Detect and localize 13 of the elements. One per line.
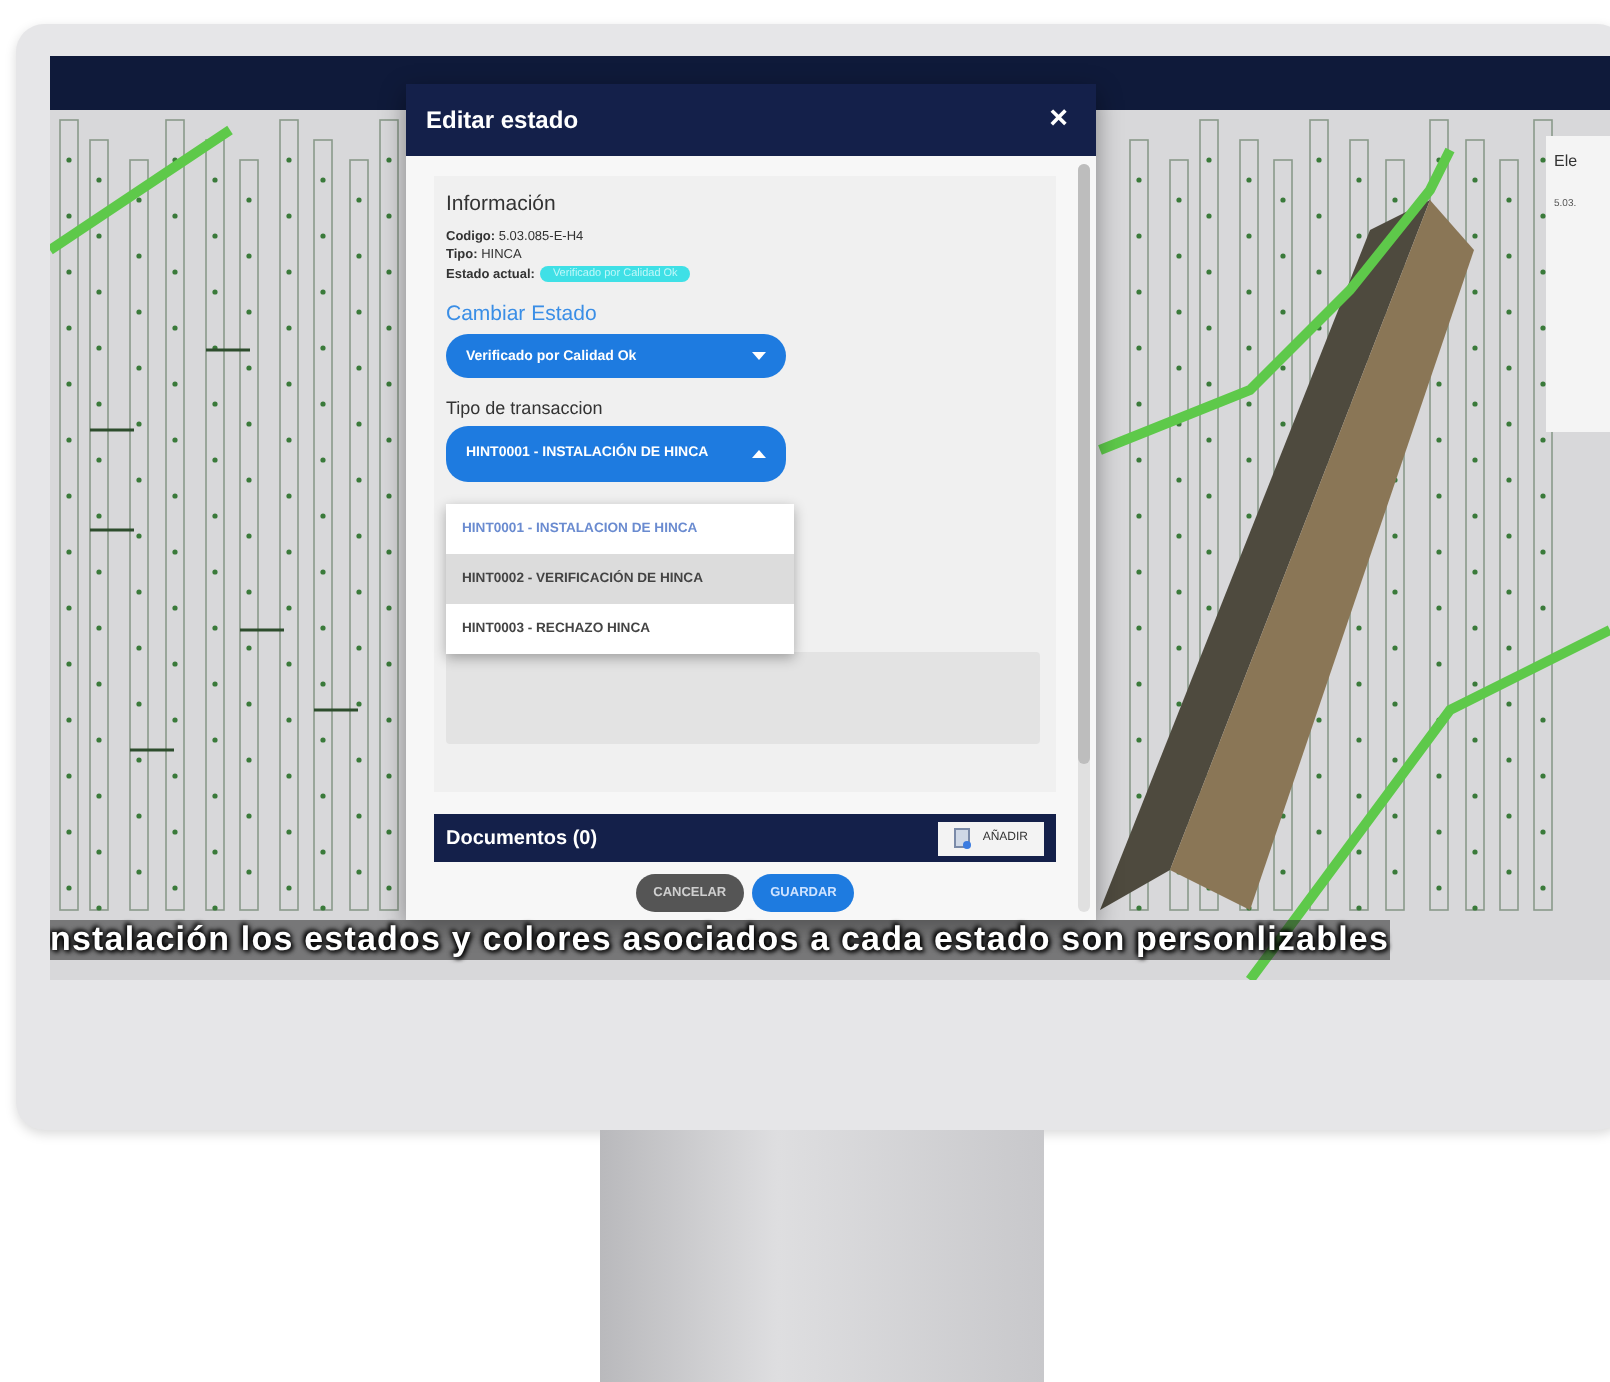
close-button[interactable]: ×: [1049, 102, 1068, 138]
caret-icon: [752, 450, 766, 458]
documents-title: Documentos (0): [446, 827, 598, 849]
change-state-heading: Cambiar Estado: [446, 302, 599, 326]
section-title: Información: [446, 192, 558, 216]
video-caption: nstalación los estados y colores asociados a cada estado son personlizables: [50, 920, 1390, 960]
dialog-title: Editar estado: [426, 106, 579, 134]
transaction-label: Tipo de transaccion: [446, 398, 605, 418]
panel-title: Ele: [1554, 152, 1580, 170]
comment-field[interactable]: [446, 652, 1040, 744]
document-icon: [954, 827, 973, 849]
caret-icon: [752, 352, 766, 360]
scrollbar[interactable]: [1078, 164, 1090, 912]
